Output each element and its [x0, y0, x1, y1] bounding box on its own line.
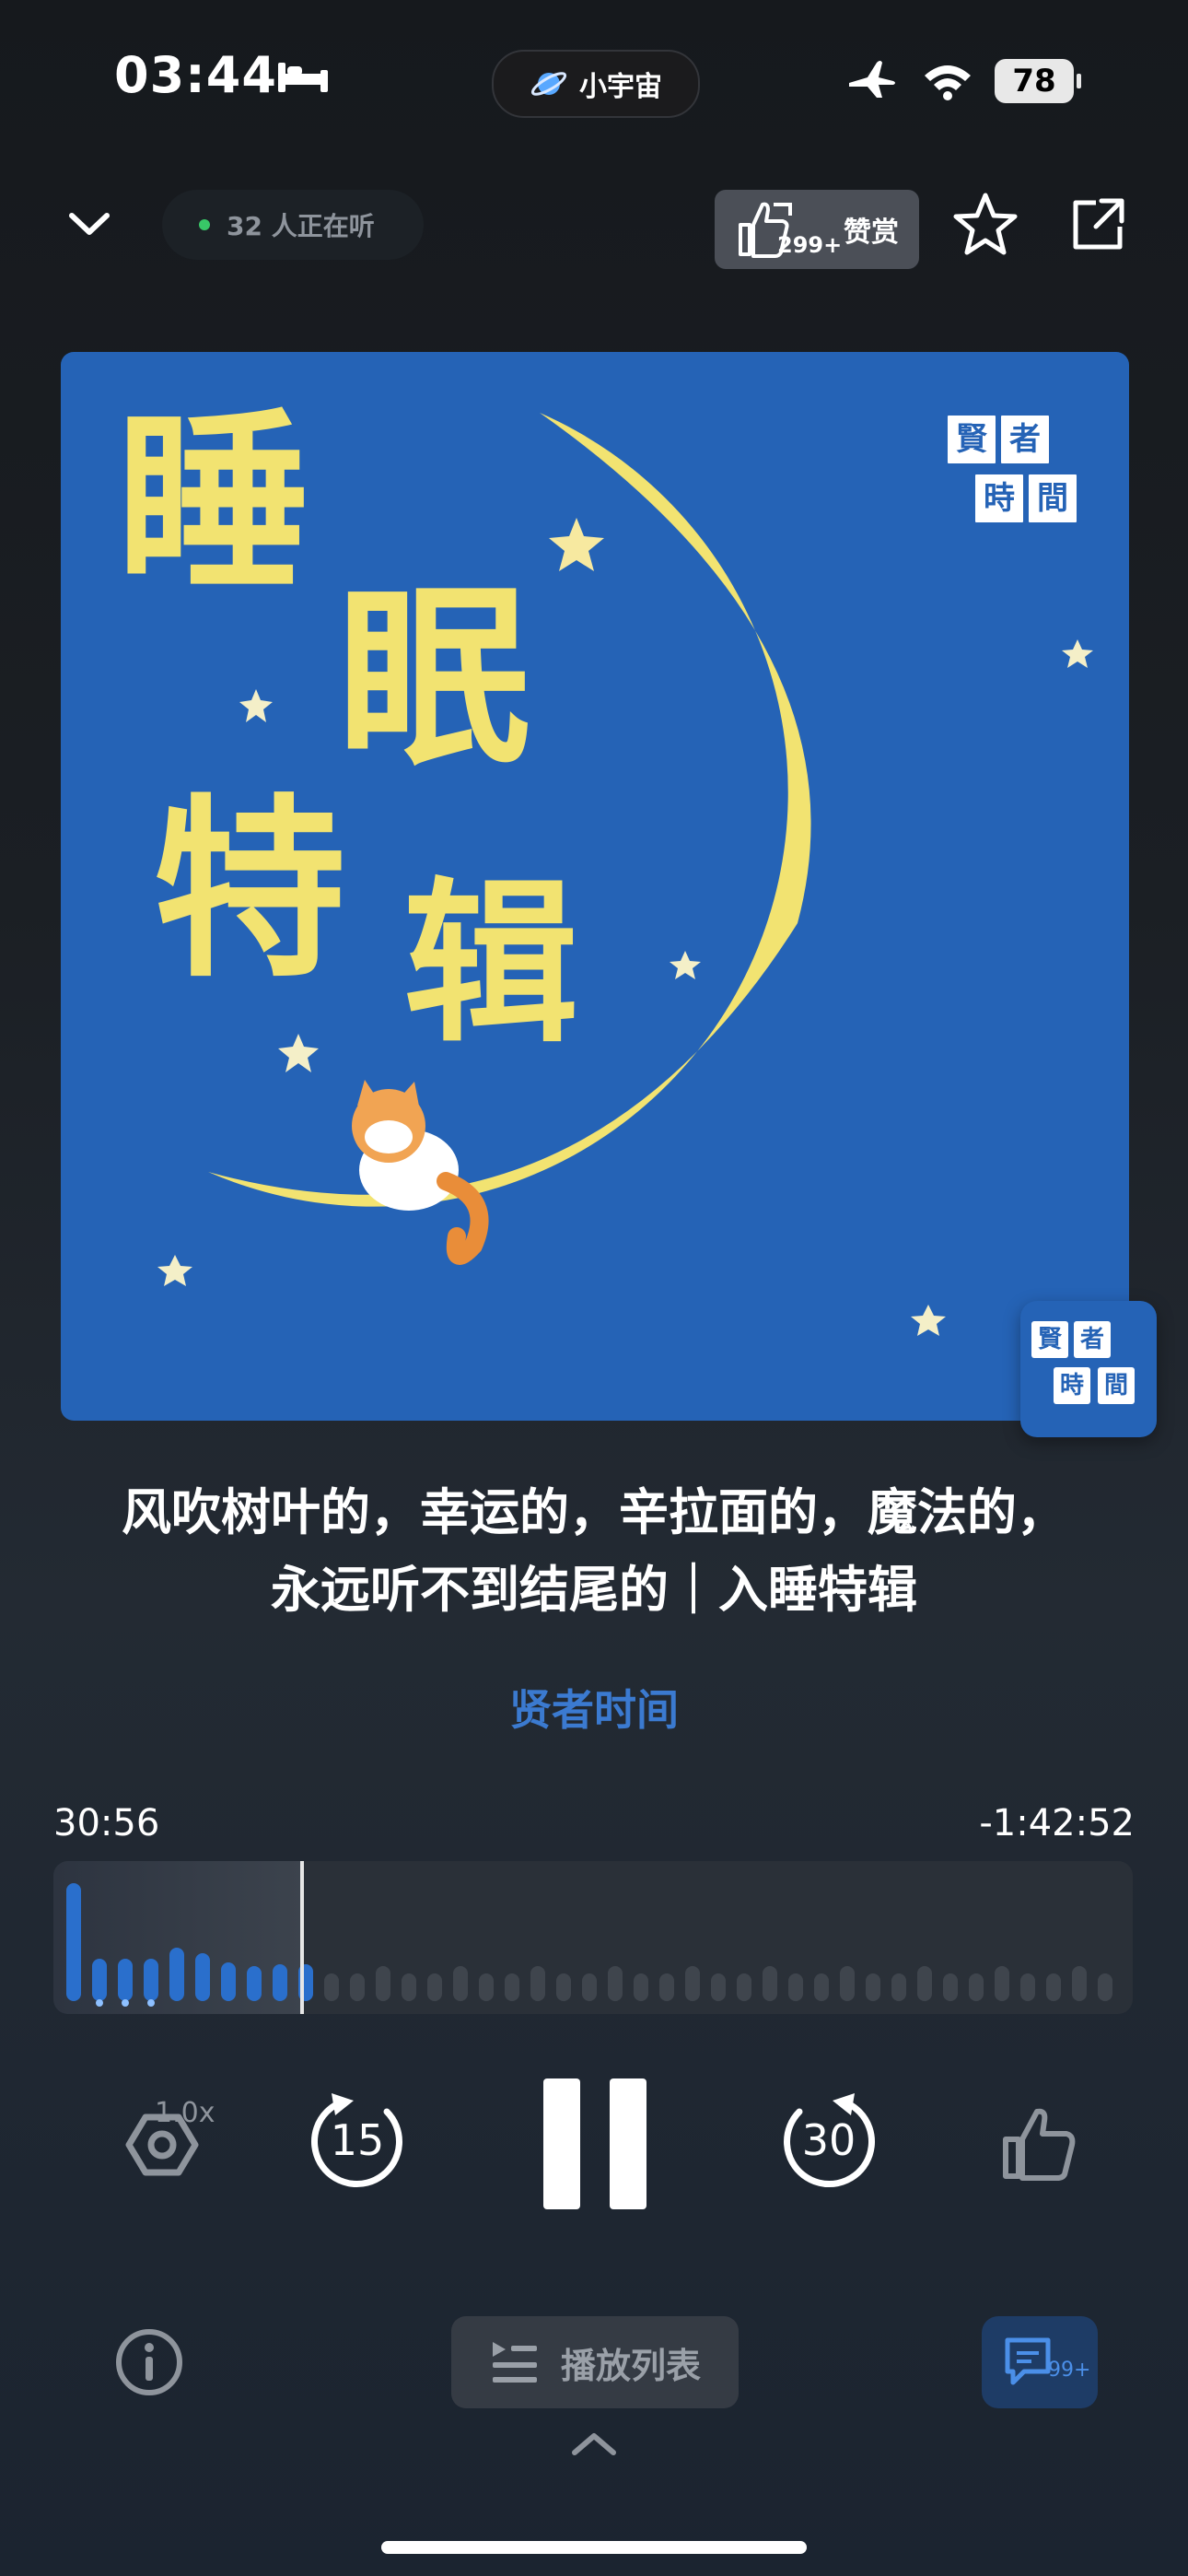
live-dot — [199, 219, 210, 230]
listeners-badge: 32 人正在听 — [162, 190, 424, 260]
waveform-bar — [814, 1973, 829, 2001]
waveform-bar — [118, 1959, 133, 2001]
art-logo: 賢 者 時 間 — [945, 404, 1079, 533]
waveform-bar — [247, 1966, 262, 2001]
waveform-bar — [402, 1973, 416, 2001]
waveform-bar — [144, 1959, 158, 2001]
airplane-icon — [849, 61, 895, 98]
badge-char-3: 時 — [1054, 1367, 1090, 1404]
rewind-button[interactable]: 15 — [304, 2088, 411, 2195]
waveform-bar — [582, 1973, 597, 2001]
waveform-bar — [1020, 1973, 1035, 2001]
bed-icon — [278, 63, 328, 92]
waveform-bar — [634, 1973, 648, 2001]
podcast-name[interactable]: 贤者时间 — [0, 1677, 1188, 1738]
art-char-4: 辑 — [403, 862, 579, 1066]
waveform-bar — [995, 1966, 1009, 2001]
waveform-bar — [943, 1973, 958, 2001]
waveform-bar — [221, 1962, 236, 2001]
forward-button[interactable]: 30 — [775, 2088, 882, 2195]
like-icon[interactable] — [1000, 2106, 1077, 2184]
app-pill-label: 小宇宙 — [579, 71, 662, 103]
waveform-bar — [195, 1953, 210, 2001]
waveform-bar — [711, 1973, 726, 2001]
badge-char-2: 者 — [1074, 1321, 1111, 1358]
battery-icon: 78 — [995, 59, 1081, 103]
podcast-badge[interactable]: 賢 者 時 間 — [1020, 1301, 1157, 1437]
home-indicator[interactable] — [381, 2541, 807, 2554]
badge-char-4: 間 — [1098, 1367, 1135, 1404]
waveform-bar — [66, 1883, 81, 2001]
album-artwork: 睡 眠 特 辑 賢 者 時 間 — [61, 352, 1129, 1421]
playlist-icon — [492, 2342, 537, 2383]
waveform-bar — [840, 1966, 855, 2001]
waveform-marker — [122, 1999, 129, 2007]
waveform-bar — [917, 1966, 932, 2001]
waveform-bar — [376, 1966, 390, 2001]
episode-title: 风吹树叶的，幸运的，辛拉面的，魔法的，永远听不到结尾的｜入睡特辑 — [122, 1483, 1066, 1619]
cat-illustration — [352, 1080, 489, 1265]
comment-icon — [1005, 2337, 1051, 2385]
pause-icon[interactable] — [543, 2078, 646, 2209]
planet-icon — [530, 72, 567, 96]
waveform-bar — [530, 1966, 545, 2001]
waveform-bar — [763, 1966, 777, 2001]
waveform-marker — [96, 1999, 103, 2007]
star-icon[interactable] — [950, 190, 1020, 260]
listeners-text: 32 人正在听 — [227, 211, 375, 241]
comment-count: 99+ — [1048, 2359, 1091, 2382]
playhead[interactable] — [300, 1861, 304, 2014]
status-time: 03:44 — [114, 46, 277, 104]
waveform-bar — [1098, 1973, 1112, 2001]
art-char-3: 特 — [153, 778, 347, 1003]
reward-button[interactable]: 299+ 赞赏 — [715, 190, 919, 269]
waveform-bar — [737, 1973, 751, 2001]
waveform-bar — [891, 1973, 906, 2001]
forward-label: 30 — [801, 2115, 856, 2165]
waveform-bar — [1046, 1973, 1061, 2001]
comments-button[interactable]: 99+ — [982, 2316, 1098, 2408]
waveform-bar — [324, 1973, 339, 2001]
waveform-bar — [608, 1966, 623, 2001]
waveform-bar — [866, 1973, 880, 2001]
speed-label: 1.0x — [155, 2097, 215, 2129]
waveform-bar — [92, 1959, 107, 2001]
wifi-icon — [925, 65, 971, 100]
playlist-button[interactable]: 播放列表 — [451, 2316, 739, 2408]
share-icon[interactable] — [1068, 195, 1127, 254]
battery-level: 78 — [1012, 63, 1056, 100]
reward-count: 299+ — [777, 232, 843, 258]
badge-char-1: 賢 — [1031, 1321, 1068, 1358]
waveform-bar — [273, 1964, 287, 2001]
art-char-2: 眠 — [337, 566, 531, 791]
waveform-bar — [659, 1973, 674, 2001]
waveform-marker — [147, 1999, 155, 2007]
waveform-bar — [427, 1973, 442, 2001]
waveform-bar — [169, 1948, 184, 2001]
waveform-bar — [1072, 1966, 1087, 2001]
logo-char-4: 間 — [1026, 472, 1079, 525]
waveform-bar — [685, 1966, 700, 2001]
logo-char-3: 時 — [973, 472, 1026, 525]
waveform-bar — [479, 1973, 494, 2001]
waveform-bar — [969, 1973, 984, 2001]
elapsed-time: 30:56 — [53, 1802, 160, 1844]
logo-char-2: 者 — [998, 413, 1052, 466]
waveform-bar — [350, 1973, 365, 2001]
logo-char-1: 賢 — [945, 413, 998, 466]
playlist-label: 播放列表 — [560, 2345, 701, 2386]
rewind-label: 15 — [330, 2115, 385, 2165]
waveform-bar — [453, 1966, 468, 2001]
chevron-up-icon[interactable] — [567, 2427, 621, 2460]
art-char-1: 睡 — [116, 391, 310, 616]
waveform-bar — [556, 1973, 571, 2001]
chevron-down-icon[interactable] — [64, 203, 114, 245]
info-icon[interactable] — [114, 2327, 184, 2397]
remaining-time: -1:42:52 — [979, 1802, 1135, 1844]
waveform-bar — [788, 1973, 803, 2001]
waveform-scrubber[interactable] — [53, 1861, 1133, 2014]
app-pill[interactable]: 小宇宙 — [492, 50, 700, 118]
reward-label: 赞赏 — [844, 217, 899, 249]
waveform-bar — [505, 1973, 519, 2001]
